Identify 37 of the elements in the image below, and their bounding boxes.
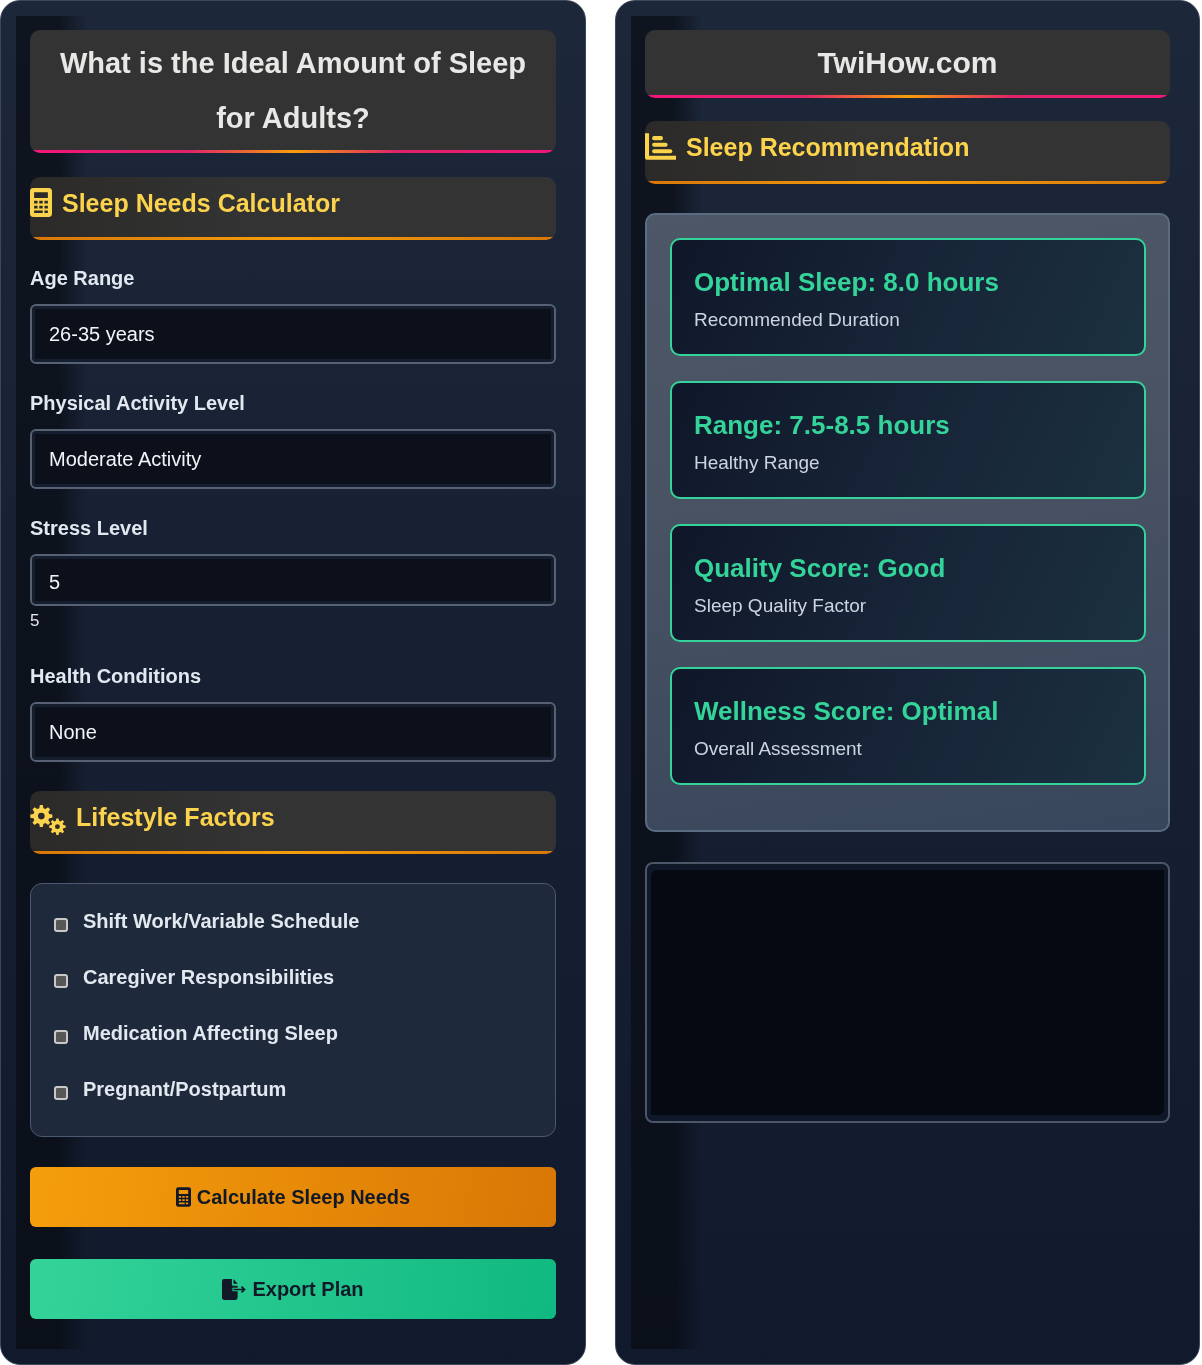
select-field[interactable]: None — [30, 702, 556, 762]
section-title: Sleep Needs Calculator — [62, 187, 340, 218]
result-caption: Sleep Quality Factor — [694, 595, 868, 617]
select-field[interactable]: Moderate Activity — [30, 429, 556, 489]
input-field[interactable]: 5 — [30, 554, 556, 606]
result-value: Range: 7.5-8.5 hours — [694, 409, 951, 441]
select-field[interactable]: 26-35 years — [30, 304, 556, 364]
result-value: Optimal Sleep: 8.0 hours — [694, 266, 1000, 298]
checkbox[interactable] — [54, 974, 68, 988]
export-button[interactable]: Export Plan — [30, 1259, 556, 1319]
result-value: Quality Score: Good — [694, 552, 947, 584]
checkbox[interactable] — [54, 1086, 68, 1100]
field-label: Physical Activity Level — [30, 392, 246, 414]
result-value: Wellness Score: Optimal — [694, 695, 1000, 727]
field-label: Health Conditions — [30, 665, 203, 687]
option-label[interactable]: Medication Affecting Sleep — [83, 1022, 338, 1044]
checkbox[interactable] — [54, 918, 68, 932]
gears-icon — [30, 804, 66, 835]
section-title: Lifestyle Factors — [76, 801, 275, 832]
result-caption: Overall Assessment — [694, 738, 863, 760]
calculator-icon — [175, 1187, 191, 1207]
site-title: TwiHow.com — [645, 30, 1170, 98]
option-label[interactable]: Caregiver Responsibilities — [83, 966, 335, 988]
section-title: Sleep Recommendation — [686, 131, 970, 162]
option-label[interactable]: Pregnant/Postpartum — [83, 1078, 287, 1100]
bar-chart-icon — [645, 133, 676, 160]
calculate-button[interactable]: Calculate Sleep Needs — [30, 1167, 556, 1227]
value-reading: 5 — [30, 610, 41, 632]
result-caption: Healthy Range — [694, 452, 821, 474]
option-label[interactable]: Shift Work/Variable Schedule — [83, 910, 360, 932]
field-label: Age Range — [30, 267, 136, 289]
result-caption: Recommended Duration — [694, 309, 901, 331]
page-title: What is the Ideal Amount of Sleep for Adults? — [30, 30, 556, 153]
checkbox[interactable] — [54, 1030, 68, 1044]
field-label: Stress Level — [30, 517, 149, 539]
calculator-icon — [30, 188, 52, 217]
file-export-icon — [222, 1278, 247, 1300]
